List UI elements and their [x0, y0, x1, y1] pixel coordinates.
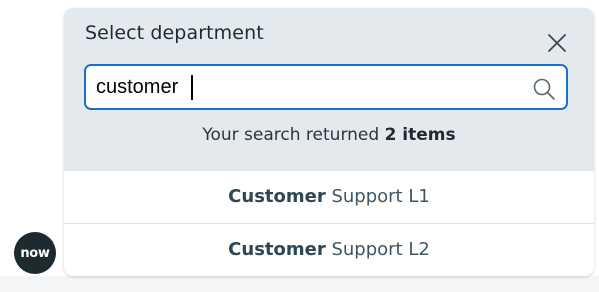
search-result-summary: Your search returned 2 items [64, 125, 594, 145]
page: Select department Your search returned [0, 0, 599, 292]
search-button[interactable] [532, 77, 556, 101]
dialog-header: Select department Your search returned [64, 8, 594, 170]
bottom-strip [0, 276, 599, 292]
search-input[interactable] [96, 74, 516, 100]
search-field[interactable] [84, 64, 568, 110]
department-picker-dialog: Select department Your search returned [64, 8, 594, 276]
now-logo[interactable]: now [14, 232, 56, 274]
result-item-customer-support-l2[interactable]: Customer Support L2 [64, 223, 594, 276]
summary-count: 2 items [384, 125, 456, 145]
text-caret [191, 75, 193, 100]
results-list: Customer Support L1 Customer Support L2 [64, 170, 594, 276]
search-icon [533, 78, 555, 100]
close-button[interactable] [544, 30, 570, 56]
result-rest-text: Support L2 [325, 239, 430, 260]
now-logo-text: now [20, 245, 50, 261]
summary-prefix: Your search returned [202, 125, 385, 145]
result-item-customer-support-l1[interactable]: Customer Support L1 [64, 170, 594, 223]
result-match-text: Customer [228, 186, 326, 207]
dialog-title: Select department [85, 22, 264, 44]
close-icon [548, 34, 566, 52]
result-match-text: Customer [228, 239, 326, 260]
result-rest-text: Support L1 [325, 186, 430, 207]
